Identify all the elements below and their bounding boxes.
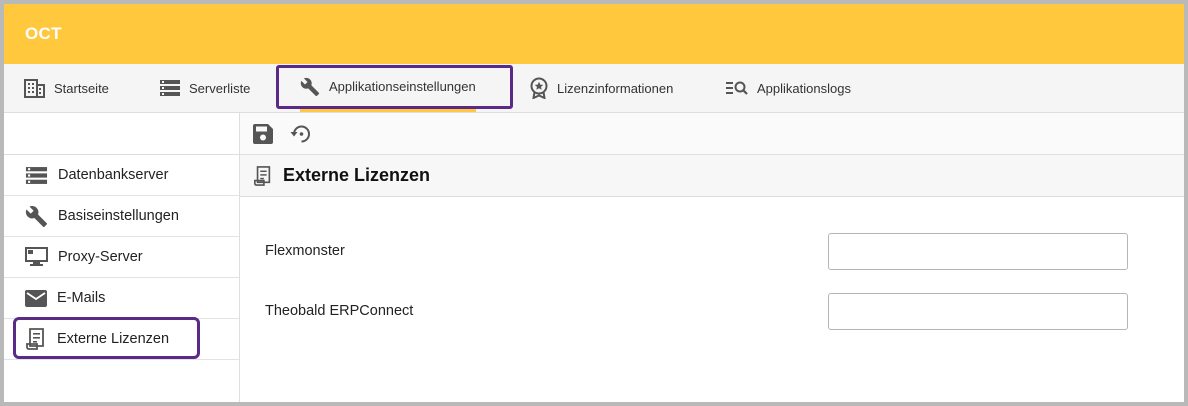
field-label-theobald-erpconnect: Theobald ERPConnect xyxy=(265,303,414,319)
nav-highlight-frame xyxy=(276,65,513,109)
sidebar-item-label: Basiseinstellungen xyxy=(58,208,179,224)
sidebar-item-basiseinstellungen[interactable]: Basiseinstellungen xyxy=(4,196,239,237)
nav-label-lizenzinformationen: Lizenzinformationen xyxy=(557,80,674,96)
license-icon xyxy=(254,165,271,186)
theobald-erpconnect-license-input[interactable] xyxy=(828,293,1128,330)
mail-icon xyxy=(25,289,47,307)
reset-button[interactable] xyxy=(288,121,314,147)
nav-label-applikationslogs: Applikationslogs xyxy=(757,80,851,96)
section-header: Externe Lizenzen xyxy=(240,155,1184,197)
section-title: Externe Lizenzen xyxy=(283,165,431,185)
flexmonster-license-input[interactable] xyxy=(828,233,1128,270)
nav-label-serverliste: Serverliste xyxy=(189,80,251,96)
sidebar: Datenbankserver Basiseinstellungen Proxy… xyxy=(4,113,240,402)
field-label-flexmonster: Flexmonster xyxy=(265,243,345,259)
nav-item-startseite[interactable]: Startseite xyxy=(24,64,109,112)
server-list-icon xyxy=(25,166,48,184)
award-icon xyxy=(530,77,548,99)
app-title: OCT xyxy=(25,24,62,43)
nav-item-applikationslogs[interactable]: Applikationslogs xyxy=(726,64,851,112)
sidebar-highlight-frame xyxy=(13,317,200,359)
wrench-icon xyxy=(25,205,48,227)
save-icon xyxy=(253,123,273,144)
sidebar-item-label: Datenbankserver xyxy=(58,167,169,183)
log-search-icon xyxy=(726,81,748,95)
restore-icon xyxy=(290,125,310,142)
sidebar-item-proxy-server[interactable]: Proxy-Server xyxy=(4,237,239,278)
sidebar-item-datenbankserver[interactable]: Datenbankserver xyxy=(4,155,239,196)
top-navigation: Startseite Serverliste Applikationseinst… xyxy=(4,64,1184,113)
sidebar-header xyxy=(4,113,239,155)
building-icon xyxy=(24,79,45,98)
sidebar-item-label: E-Mails xyxy=(57,290,106,306)
nav-label-startseite: Startseite xyxy=(54,80,109,96)
sidebar-item-label: Proxy-Server xyxy=(58,249,143,265)
toolbar xyxy=(240,113,1184,155)
save-button[interactable] xyxy=(250,121,276,147)
monitor-icon xyxy=(25,247,48,266)
server-list-icon xyxy=(160,80,180,96)
app-bar: OCT xyxy=(4,4,1184,64)
sidebar-item-e-mails[interactable]: E-Mails xyxy=(4,278,239,319)
form-row-theobald-erpconnect: Theobald ERPConnect xyxy=(240,293,1184,331)
nav-item-serverliste[interactable]: Serverliste xyxy=(160,64,250,112)
form-row-flexmonster: Flexmonster xyxy=(240,233,1184,271)
nav-item-lizenzinformationen[interactable]: Lizenzinformationen xyxy=(530,64,673,112)
